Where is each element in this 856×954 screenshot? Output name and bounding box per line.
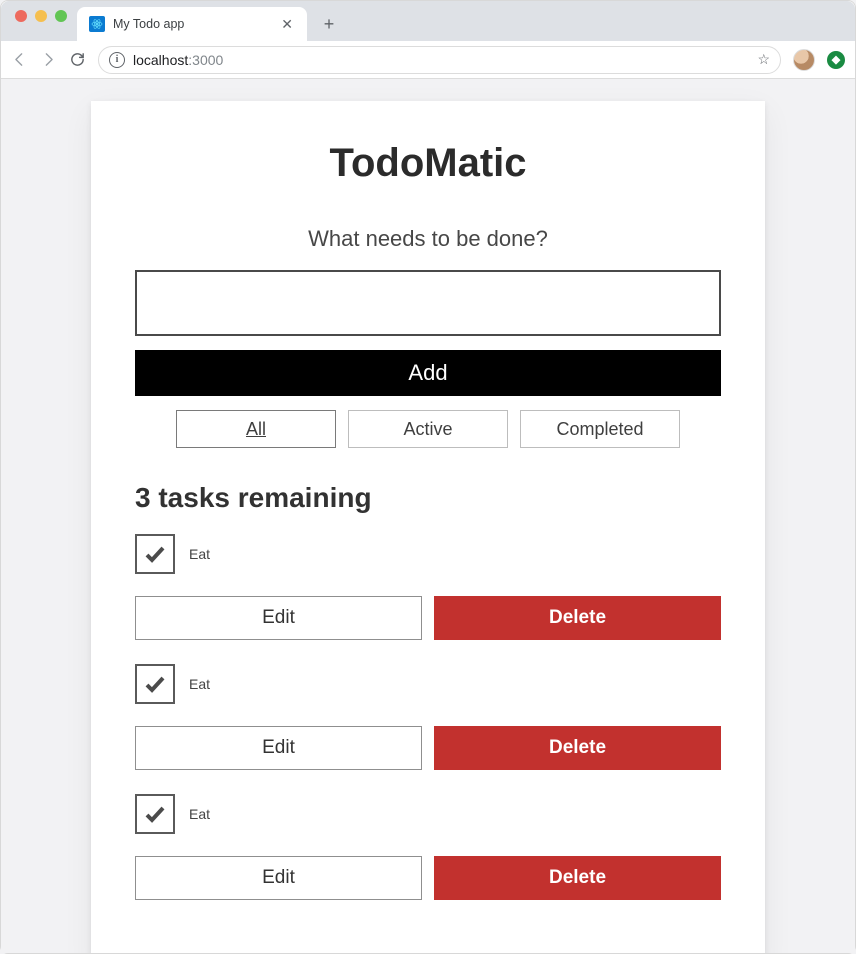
address-bar[interactable]: i localhost:3000 ☆ <box>98 46 781 74</box>
reload-button[interactable] <box>69 51 86 68</box>
address-text: localhost:3000 <box>133 52 223 68</box>
todo-checkbox[interactable] <box>135 794 175 834</box>
site-info-icon[interactable]: i <box>109 52 125 68</box>
new-todo-input[interactable] <box>135 270 721 336</box>
delete-button[interactable]: Delete <box>434 856 721 900</box>
window-close-icon[interactable] <box>15 10 27 22</box>
window-zoom-icon[interactable] <box>55 10 67 22</box>
extension-icon[interactable]: ◆ <box>827 51 845 69</box>
browser-toolbar: i localhost:3000 ☆ ◆ <box>1 41 855 79</box>
todo-label: Eat <box>189 546 210 562</box>
todo-label: Eat <box>189 676 210 692</box>
edit-button[interactable]: Edit <box>135 726 422 770</box>
forward-button[interactable] <box>40 51 57 68</box>
checkmark-icon <box>143 672 167 696</box>
profile-avatar-icon[interactable] <box>793 49 815 71</box>
window-controls <box>11 10 77 32</box>
window-minimize-icon[interactable] <box>35 10 47 22</box>
input-prompt: What needs to be done? <box>135 226 721 252</box>
app-title: TodoMatic <box>135 141 721 186</box>
delete-button[interactable]: Delete <box>434 596 721 640</box>
filter-active[interactable]: Active <box>348 410 508 448</box>
tab-close-icon[interactable]: ✕ <box>279 16 295 33</box>
tab-strip: My Todo app ✕ + <box>1 1 855 41</box>
add-button[interactable]: Add <box>135 350 721 396</box>
edit-button[interactable]: Edit <box>135 856 422 900</box>
edit-button[interactable]: Edit <box>135 596 422 640</box>
back-button[interactable] <box>11 51 28 68</box>
checkmark-icon <box>143 542 167 566</box>
todo-list: Eat Edit Delete Eat Edit <box>135 528 721 918</box>
checkmark-icon <box>143 802 167 826</box>
todo-item: Eat Edit Delete <box>135 658 721 788</box>
new-tab-button[interactable]: + <box>315 10 343 38</box>
todo-item: Eat Edit Delete <box>135 788 721 918</box>
browser-window: My Todo app ✕ + i localhost:3000 ☆ ◆ Tod… <box>0 0 856 954</box>
todo-label: Eat <box>189 806 210 822</box>
filter-group: All Active Completed <box>135 410 721 448</box>
remaining-heading: 3 tasks remaining <box>135 482 721 514</box>
page-viewport: TodoMatic What needs to be done? Add All… <box>1 79 855 953</box>
browser-tab[interactable]: My Todo app ✕ <box>77 7 307 41</box>
todo-checkbox[interactable] <box>135 664 175 704</box>
react-favicon-icon <box>89 16 105 32</box>
delete-button[interactable]: Delete <box>434 726 721 770</box>
filter-completed[interactable]: Completed <box>520 410 680 448</box>
todo-item: Eat Edit Delete <box>135 528 721 658</box>
filter-all[interactable]: All <box>176 410 336 448</box>
tab-title: My Todo app <box>113 17 271 31</box>
app-card: TodoMatic What needs to be done? Add All… <box>91 101 765 953</box>
todo-checkbox[interactable] <box>135 534 175 574</box>
bookmark-star-icon[interactable]: ☆ <box>757 51 770 68</box>
